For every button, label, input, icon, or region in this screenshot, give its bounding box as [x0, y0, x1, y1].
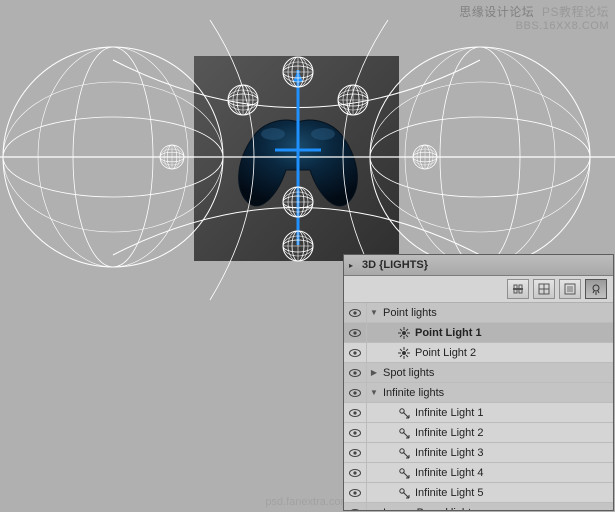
group-label: Infinite lights — [381, 387, 613, 399]
panel-titlebar[interactable]: ▸ 3D {LIGHTS} — [344, 255, 613, 276]
lights-panel: ▸ 3D {LIGHTS} ▼ Point lights — [343, 254, 614, 511]
infinite-light-icon — [395, 487, 413, 499]
light-item-infinite-2[interactable]: Infinite Light 2 — [344, 423, 613, 443]
disclosure-triangle-icon[interactable]: ▶ — [367, 508, 381, 510]
disclosure-triangle-icon[interactable]: ▶ — [367, 368, 381, 377]
filter-lights-icon[interactable] — [585, 279, 607, 299]
infinite-light-icon — [395, 427, 413, 439]
disclosure-triangle-icon[interactable]: ▼ — [367, 388, 381, 397]
infinite-light-icon — [395, 407, 413, 419]
filter-material-icon[interactable] — [559, 279, 581, 299]
group-label: Spot lights — [381, 367, 613, 379]
group-label: Image Based lights — [381, 507, 613, 511]
visibility-toggle[interactable] — [344, 483, 367, 502]
light-item-point-2[interactable]: Point Light 2 — [344, 343, 613, 363]
visibility-toggle[interactable] — [344, 403, 367, 422]
visibility-toggle[interactable] — [344, 503, 367, 510]
visibility-toggle[interactable] — [344, 443, 367, 462]
visibility-toggle[interactable] — [344, 463, 367, 482]
visibility-toggle[interactable] — [344, 323, 367, 342]
visibility-toggle[interactable] — [344, 383, 367, 402]
light-label: Infinite Light 1 — [413, 407, 613, 419]
light-label: Infinite Light 3 — [413, 447, 613, 459]
visibility-toggle[interactable] — [344, 363, 367, 382]
light-item-point-1[interactable]: Point Light 1 — [344, 323, 613, 343]
disclosure-triangle-icon[interactable]: ▼ — [367, 308, 381, 317]
filter-mesh-icon[interactable] — [533, 279, 555, 299]
light-item-infinite-3[interactable]: Infinite Light 3 — [344, 443, 613, 463]
group-spot-lights[interactable]: ▶ Spot lights — [344, 363, 613, 383]
panel-filter-row — [344, 276, 613, 303]
light-label: Infinite Light 4 — [413, 467, 613, 479]
group-label: Point lights — [381, 307, 613, 319]
light-label: Point Light 2 — [413, 347, 613, 359]
light-label: Point Light 1 — [413, 327, 613, 339]
visibility-toggle[interactable] — [344, 343, 367, 362]
group-point-lights[interactable]: ▼ Point lights — [344, 303, 613, 323]
infinite-light-icon — [395, 467, 413, 479]
filter-scene-icon[interactable] — [507, 279, 529, 299]
point-light-icon — [395, 347, 413, 359]
visibility-toggle[interactable] — [344, 423, 367, 442]
light-item-infinite-4[interactable]: Infinite Light 4 — [344, 463, 613, 483]
group-ibl[interactable]: ▶ Image Based lights — [344, 503, 613, 510]
panel-title: 3D {LIGHTS} — [358, 259, 432, 271]
light-item-infinite-1[interactable]: Infinite Light 1 — [344, 403, 613, 423]
infinite-light-icon — [395, 447, 413, 459]
light-label: Infinite Light 5 — [413, 487, 613, 499]
light-label: Infinite Light 2 — [413, 427, 613, 439]
point-light-icon — [395, 327, 413, 339]
visibility-toggle[interactable] — [344, 303, 367, 322]
controller-object — [228, 112, 368, 212]
lights-tree: ▼ Point lights Point Light 1 Point Light… — [344, 303, 613, 510]
group-infinite-lights[interactable]: ▼ Infinite lights — [344, 383, 613, 403]
collapse-arrow-icon[interactable]: ▸ — [344, 261, 358, 270]
light-item-infinite-5[interactable]: Infinite Light 5 — [344, 483, 613, 503]
